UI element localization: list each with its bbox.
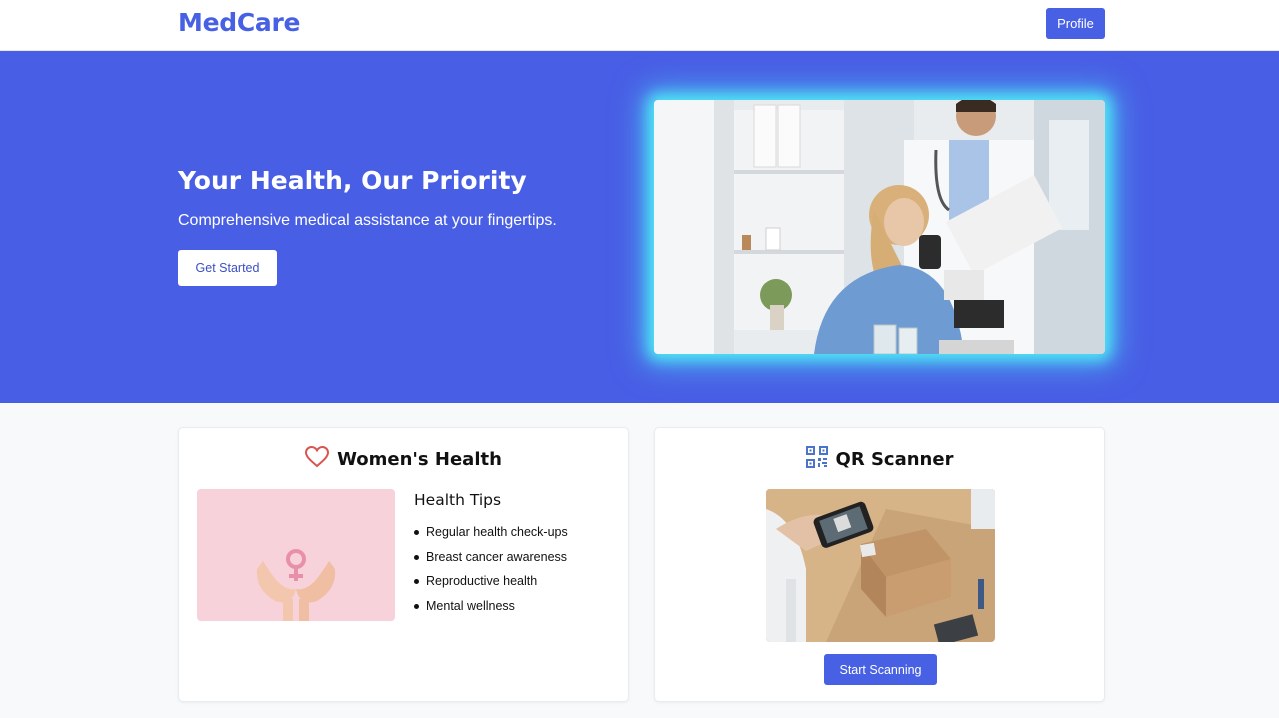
qr-scanner-title: QR Scanner [835,449,954,470]
hero-photo [654,100,1105,354]
qr-scanner-illustration [766,489,995,642]
list-item: Mental wellness [414,597,568,622]
womens-health-illustration [197,489,395,621]
top-navbar: MedCare Profile [0,0,1279,51]
womens-health-photo [197,489,395,621]
womens-health-title: Women's Health [337,449,502,470]
brand-logo[interactable]: MedCare [178,8,300,37]
start-scanning-button[interactable]: Start Scanning [824,654,937,685]
hero-photo-illustration [654,100,1105,354]
womens-health-card: Women's Health Health Tips Regular healt… [178,427,629,702]
list-item: Breast cancer awareness [414,548,568,573]
list-item: Regular health check-ups [414,523,568,548]
health-tips-heading: Health Tips [414,491,502,509]
qr-code-icon [805,446,828,473]
qr-scanner-photo [766,489,995,642]
womens-health-header: Women's Health [179,445,628,473]
heart-icon [305,445,330,473]
hero-subtitle: Comprehensive medical assistance at your… [178,212,557,229]
hero-section: Your Health, Our Priority Comprehensive … [0,51,1279,403]
profile-button[interactable]: Profile [1046,8,1105,39]
qr-scanner-card: QR Scanner Start Scanning [654,427,1105,702]
hero-title: Your Health, Our Priority [178,166,527,195]
get-started-button[interactable]: Get Started [178,250,277,286]
list-item: Reproductive health [414,572,568,597]
health-tips-list: Regular health check-ups Breast cancer a… [414,523,568,621]
qr-scanner-header: QR Scanner [655,446,1104,473]
